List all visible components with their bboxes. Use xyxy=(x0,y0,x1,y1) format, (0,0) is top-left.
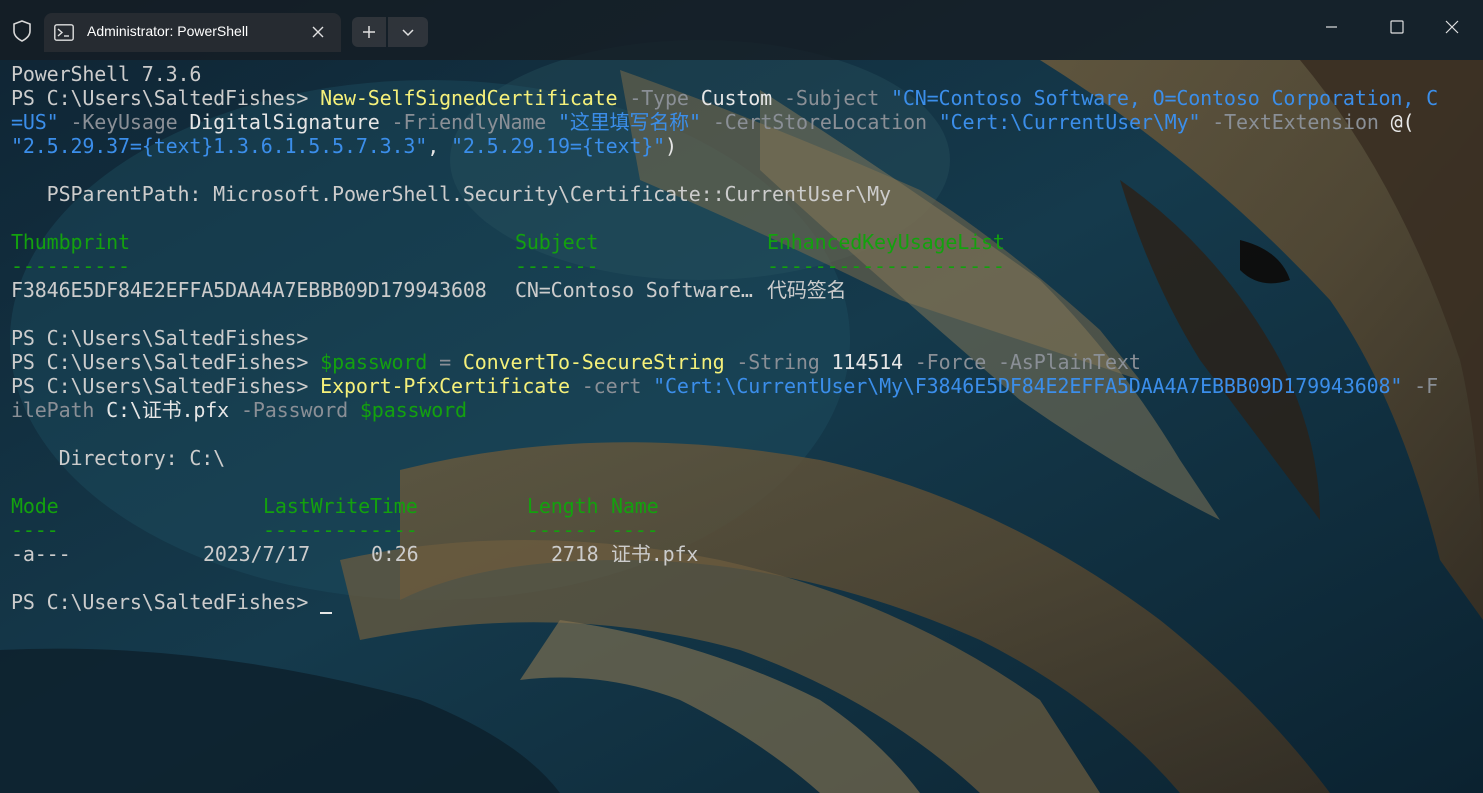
param: -Subject xyxy=(772,86,880,110)
tab-powershell[interactable]: Administrator: PowerShell xyxy=(44,13,341,52)
new-tab-button[interactable] xyxy=(352,17,386,47)
prompt: PS C:\Users\SaltedFishes> xyxy=(11,590,321,614)
param: -Type xyxy=(617,86,689,110)
value: ) xyxy=(665,134,677,158)
col-thumbprint: Thumbprint xyxy=(11,230,130,254)
col-name: Name xyxy=(611,494,659,518)
version-line: PowerShell 7.3.6 xyxy=(11,62,201,86)
param: -CertStoreLocation xyxy=(700,110,927,134)
close-icon[interactable] xyxy=(309,23,327,41)
string-value: "Cert:\CurrentUser\My" xyxy=(926,110,1201,134)
string-value: "2.5.29.37={text}1.3.6.1.5.5.7.3.3" xyxy=(11,134,428,158)
prompt: PS C:\Users\SaltedFishes> xyxy=(11,326,309,350)
underline: ------- xyxy=(515,254,599,278)
cmdlet-name: Export-PfxCertificate xyxy=(320,374,570,398)
prompt: PS C:\Users\SaltedFishes> xyxy=(11,350,321,374)
version-text: PowerShell 7.3.6 xyxy=(11,62,202,86)
ps-parent-path: PSParentPath: Microsoft.PowerShell.Secur… xyxy=(11,182,891,206)
param: -TextExtension xyxy=(1200,110,1379,134)
directory-line: Directory: C:\ xyxy=(11,446,226,470)
thumbprint-value: F3846E5DF84E2EFFA5DAA4A7EBBB09D179943608 xyxy=(11,278,487,302)
param: -Force -AsPlainText xyxy=(902,350,1141,374)
plus-icon xyxy=(363,26,375,38)
value: C:\证书.pfx xyxy=(94,398,230,422)
col-subject: Subject xyxy=(515,230,599,254)
value: Custom xyxy=(688,86,773,110)
window-close-button[interactable] xyxy=(1429,10,1475,46)
maximize-button[interactable] xyxy=(1374,10,1420,46)
cmdlet-name: New-SelfSignedCertificate xyxy=(320,86,618,110)
col-length: Length xyxy=(527,494,599,518)
value: DigitalSignature xyxy=(177,110,380,134)
variable: $password xyxy=(348,398,467,422)
string-value: =US" xyxy=(11,110,59,134)
underline: -------------------- xyxy=(767,254,1005,278)
title-bar: Administrator: PowerShell xyxy=(0,0,1483,60)
param: -String xyxy=(724,350,820,374)
ps-parent-path-text: PSParentPath: Microsoft.PowerShell.Secur… xyxy=(11,182,891,206)
underline: ---- xyxy=(11,518,59,542)
col-mode: Mode xyxy=(11,494,59,518)
time-value: 0:26 xyxy=(371,542,419,566)
length-value: 2718 xyxy=(551,542,599,566)
minimize-icon xyxy=(1326,26,1337,28)
window-close-icon xyxy=(1445,20,1459,34)
directory-text: Directory: C:\ xyxy=(11,446,226,470)
separator: , xyxy=(427,134,451,158)
param: -KeyUsage xyxy=(58,110,178,134)
param: -F xyxy=(1402,374,1438,398)
minimize-button[interactable] xyxy=(1308,10,1354,46)
operator: = xyxy=(427,350,463,374)
terminal-output[interactable]: PowerShell 7.3.6 PS C:\Users\SaltedFishe… xyxy=(0,62,1483,793)
subject-value: CN=Contoso Software… xyxy=(515,278,753,302)
prompt-line-empty: PS C:\Users\SaltedFishes> xyxy=(11,326,308,350)
prompt-line-active[interactable]: PS C:\Users\SaltedFishes> xyxy=(11,590,333,614)
command-line-3: PS C:\Users\SaltedFishes> Export-PfxCert… xyxy=(11,374,1438,398)
string-value: "这里填写名称" xyxy=(546,110,701,134)
param: -Password xyxy=(229,398,349,422)
command-line-1: PS C:\Users\SaltedFishes> New-SelfSigned… xyxy=(11,86,1438,110)
tab-title: Administrator: PowerShell xyxy=(87,23,249,39)
powershell-icon xyxy=(54,24,74,41)
variable: $password xyxy=(320,350,428,374)
prompt: PS C:\Users\SaltedFishes> xyxy=(11,374,321,398)
prompt: PS C:\Users\SaltedFishes> xyxy=(11,86,321,110)
text-cursor xyxy=(320,592,333,614)
terminal-window: Administrator: PowerShell PowerShell 7.3… xyxy=(0,0,1483,793)
command-line-3-wrap: ilePath C:\证书.pfx -Password $password xyxy=(11,398,467,422)
shield-icon xyxy=(13,20,31,42)
command-line-1-wrap-1: =US" -KeyUsage DigitalSignature -Friendl… xyxy=(11,110,1415,134)
maximize-icon xyxy=(1390,20,1404,34)
param: -cert xyxy=(569,374,642,398)
underline: ---------- xyxy=(11,254,130,278)
string-value: "Cert:\CurrentUser\My\F3846E5DF84E2EFFA5… xyxy=(641,374,1403,398)
col-lastwritetime: LastWriteTime xyxy=(263,494,418,518)
underline: ------------- xyxy=(263,518,418,542)
underline: ---- xyxy=(611,518,659,542)
chevron-down-icon xyxy=(402,29,414,37)
command-line-1-wrap-2: "2.5.29.37={text}1.3.6.1.5.5.7.3.3", "2.… xyxy=(11,134,677,158)
value: 114514 xyxy=(819,350,904,374)
tab-dropdown-button[interactable] xyxy=(388,17,428,47)
cmdlet-name: ConvertTo-SecureString xyxy=(462,350,725,374)
command-line-2: PS C:\Users\SaltedFishes> $password = Co… xyxy=(11,350,1141,374)
mode-value: -a--- xyxy=(11,542,71,566)
string-value: "2.5.29.19={text}" xyxy=(450,134,666,158)
underline: ------ xyxy=(527,518,599,542)
param: -FriendlyName xyxy=(379,110,547,134)
param: ilePath xyxy=(11,398,95,422)
value: @( xyxy=(1378,110,1415,134)
eku-value: 代码签名 xyxy=(767,278,847,302)
string-value: "CN=Contoso Software, O=Contoso Corporat… xyxy=(879,86,1438,110)
col-eku: EnhancedKeyUsageList xyxy=(767,230,1005,254)
name-value: 证书.pfx xyxy=(611,542,699,566)
date-value: 2023/7/17 xyxy=(203,542,311,566)
